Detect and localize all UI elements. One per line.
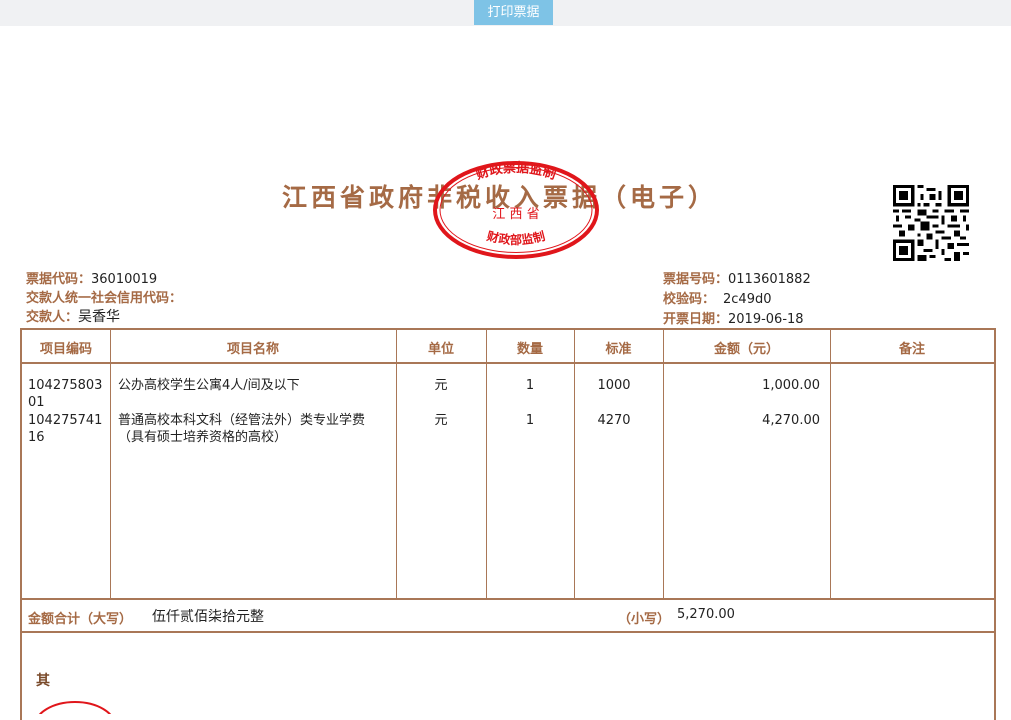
- top-toolbar: 打印票据: [0, 0, 1011, 26]
- total-lower-label: （小写）: [618, 612, 671, 627]
- row-2-standard: 4270: [597, 413, 631, 428]
- official-seal: 财政票据监制 江 西 省 财政部监制: [433, 160, 599, 259]
- print-receipt-button[interactable]: 打印票据: [474, 0, 553, 25]
- row-1-qty: 1: [525, 378, 535, 393]
- row-2-qty: 1: [525, 413, 535, 428]
- total-lower-value: 5,270.00: [677, 607, 735, 622]
- partial-seal-icon: [39, 701, 111, 714]
- svg-text:财政部监制: 财政部监制: [484, 228, 546, 247]
- qr-code-icon: [893, 185, 969, 261]
- header-item-name: 项目名称: [226, 342, 279, 357]
- seal-bottom-text: 财政部监制: [484, 228, 546, 247]
- header-note: 备注: [898, 342, 925, 357]
- info-issue-date: 开票日期：2019-06-18: [663, 312, 804, 327]
- info-check-code: 校验码： 2c49d0: [663, 292, 772, 307]
- total-upper-value: 伍仟贰佰柒拾元整: [152, 609, 264, 625]
- row-1-amount: 1,000.00: [762, 378, 820, 393]
- row-2-code: 10427574116: [28, 413, 103, 445]
- header-item-code: 项目编码: [39, 342, 92, 357]
- row-2-amount: 4,270.00: [762, 413, 820, 428]
- header-amount: 金额（元）: [713, 342, 779, 357]
- total-upper-label: 金额合计（大写）: [28, 612, 133, 627]
- row-2-name: 普通高校本科文科（经管法外）类专业学费（具有硕士培养资格的高校）: [118, 413, 366, 445]
- row-1-code: 10427580301: [28, 378, 103, 410]
- info-payer: 交款人：吴香华: [26, 309, 121, 325]
- info-payer-credit-code: 交款人统一社会信用代码：: [26, 291, 183, 306]
- row-2-unit: 元: [434, 413, 448, 428]
- header-standard: 标准: [605, 342, 632, 357]
- header-unit: 单位: [427, 342, 454, 357]
- header-quantity: 数量: [516, 342, 543, 357]
- receipt-table: 项目编码 项目名称 单位 数量 标准 金额（元） 备注 10427580301 …: [20, 328, 996, 720]
- row-1-name: 公办高校学生公寓4人/间及以下: [118, 378, 300, 393]
- row-1-standard: 1000: [597, 378, 631, 393]
- info-receipt-code: 票据代码：36010019: [26, 272, 158, 287]
- seal-middle-text: 江 西 省: [492, 207, 539, 222]
- other-info-label: 其: [36, 673, 50, 689]
- info-receipt-number: 票据号码：0113601882: [663, 272, 811, 287]
- row-1-unit: 元: [434, 378, 448, 393]
